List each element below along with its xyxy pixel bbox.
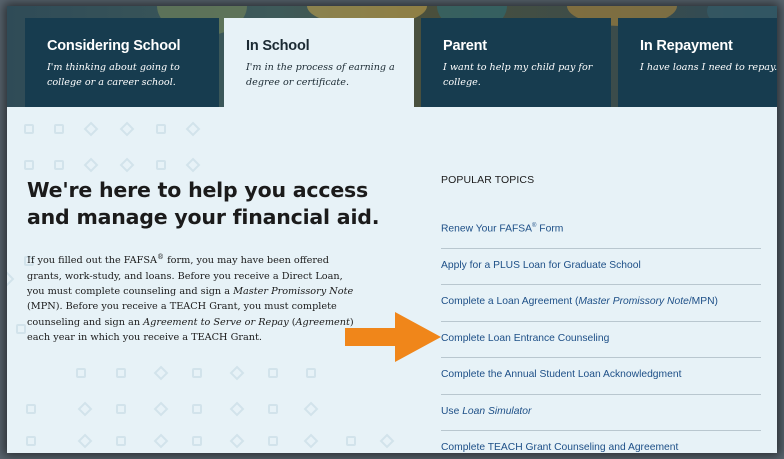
page-heading: We're here to help you access and manage… <box>27 178 380 229</box>
tab-in-school[interactable]: In School I'm in the process of earning … <box>224 18 414 107</box>
orange-right-arrow-icon <box>345 312 441 362</box>
tab-title: In Repayment <box>640 38 733 54</box>
topic-link-text: Complete a Loan Agreement ( <box>441 296 579 307</box>
topic-link-loan-simulator[interactable]: Use Loan Simulator <box>441 395 761 431</box>
popular-topics-heading: POPULAR TOPICS <box>441 174 535 186</box>
topic-link-text: Complete the Annual Student Loan Acknowl… <box>441 369 682 380</box>
intro-emphasis: Agreement <box>295 316 350 328</box>
tab-title: In School <box>246 38 310 54</box>
popular-topics: POPULAR TOPICS Renew Your FAFSA® Form Ap… <box>441 174 761 453</box>
page-frame: Considering School I'm thinking about go… <box>7 6 777 453</box>
tab-description: I have loans I need to repay. <box>640 62 777 73</box>
tab-description: I'm in the process of earning a degree o… <box>246 62 395 88</box>
topic-link-text: Form <box>536 223 564 235</box>
registered-mark: ® <box>157 253 165 261</box>
intro-emphasis: Agreement to Serve or Repay <box>143 316 289 328</box>
intro-emphasis: Master Promissory Note <box>233 286 354 298</box>
topic-link-loan-agreement[interactable]: Complete a Loan Agreement (Master Promis… <box>441 285 761 322</box>
topic-link-emphasis: Loan Simulator <box>462 405 532 417</box>
topic-link-emphasis: Master Promissory Note <box>578 296 689 307</box>
topic-link-text: /MPN) <box>688 296 718 307</box>
topic-link-annual-acknowledgment[interactable]: Complete the Annual Student Loan Acknowl… <box>441 358 761 395</box>
topic-link-text: Apply for a PLUS Loan for Graduate Schoo… <box>441 259 641 271</box>
intro-text: If you filled out the FAFSA <box>27 255 158 267</box>
topic-link-renew-fafsa[interactable]: Renew Your FAFSA® Form <box>441 212 761 249</box>
intro-paragraph: If you filled out the FAFSA® form, you m… <box>27 250 357 346</box>
topic-link-entrance-counseling[interactable]: Complete Loan Entrance Counseling <box>441 322 761 358</box>
tab-in-repayment[interactable]: In Repayment I have loans I need to repa… <box>618 18 777 107</box>
tab-considering-school[interactable]: Considering School I'm thinking about go… <box>25 18 219 107</box>
tab-description: I want to help my child pay for college. <box>443 62 593 88</box>
topic-link-text: Complete Loan Entrance Counseling <box>441 332 610 344</box>
topic-link-text: Use <box>441 405 463 417</box>
tab-description: I'm thinking about going to college or a… <box>47 62 180 88</box>
tab-parent[interactable]: Parent I want to help my child pay for c… <box>421 18 611 107</box>
intro-text: ( <box>288 316 296 328</box>
tab-title: Parent <box>443 38 487 54</box>
topic-link-teach-grant[interactable]: Complete TEACH Grant Counseling and Agre… <box>441 431 761 453</box>
tab-title: Considering School <box>47 38 181 54</box>
topic-link-text: Complete TEACH Grant Counseling and Agre… <box>441 442 679 453</box>
topic-link-text: Renew Your FAFSA <box>441 223 533 235</box>
topic-link-plus-loan[interactable]: Apply for a PLUS Loan for Graduate Schoo… <box>441 249 761 285</box>
